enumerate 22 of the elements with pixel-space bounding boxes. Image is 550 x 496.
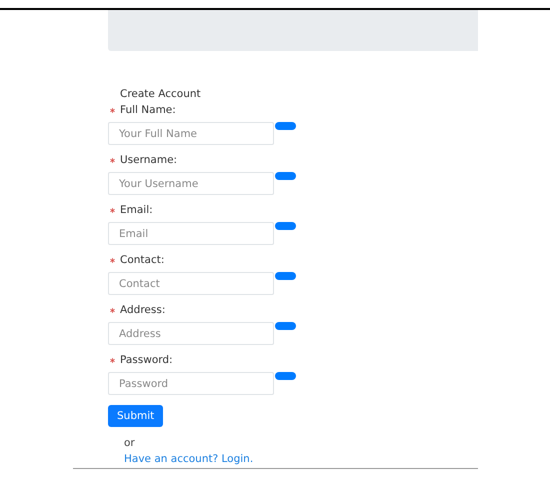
form-title: Create Account bbox=[120, 87, 202, 101]
input-field[interactable]: Contact bbox=[108, 272, 274, 295]
submit-button[interactable]: Submit bbox=[108, 405, 164, 427]
toggle-icon bbox=[275, 122, 296, 130]
input-field[interactable]: Your Username bbox=[108, 172, 274, 195]
toggle-icon bbox=[275, 272, 296, 280]
or-text: or bbox=[124, 437, 136, 449]
login-link[interactable]: Have an account? Login. bbox=[124, 453, 254, 465]
field-label: Address: bbox=[120, 304, 166, 316]
input-field[interactable]: Address bbox=[108, 322, 274, 345]
input-field[interactable]: Your Full Name bbox=[108, 122, 274, 145]
field-label: Password: bbox=[120, 354, 173, 366]
field-label: Email: bbox=[120, 204, 153, 216]
field-label: Contact: bbox=[120, 254, 164, 266]
field-label: Full Name: bbox=[120, 104, 176, 116]
toggle-icon bbox=[275, 172, 296, 180]
toggle-icon bbox=[275, 372, 296, 380]
toggle-icon bbox=[275, 222, 296, 230]
toggle-icon bbox=[275, 322, 296, 330]
input-field[interactable]: Email bbox=[108, 222, 274, 245]
input-field[interactable]: Password bbox=[108, 372, 274, 395]
field-label: Username: bbox=[120, 154, 178, 166]
